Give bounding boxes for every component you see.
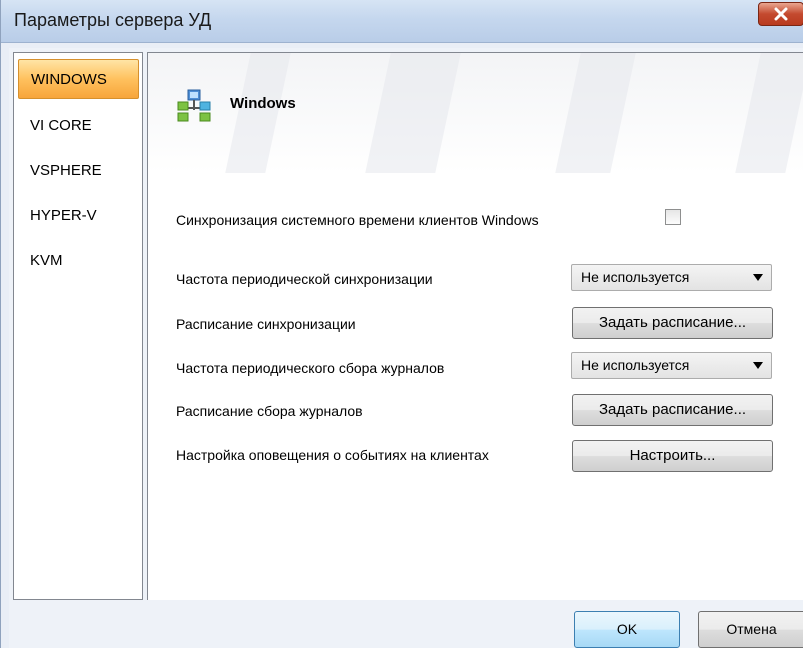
sidebar-item-windows[interactable]: WINDOWS <box>18 59 139 99</box>
ok-button[interactable]: OK <box>574 611 680 648</box>
log-frequency-value: Не используется <box>581 357 690 373</box>
header-decoration <box>735 53 803 173</box>
header-decoration <box>555 53 636 173</box>
header-decoration <box>225 53 291 173</box>
sync-schedule-label: Расписание синхронизации <box>176 316 356 332</box>
sidebar-item-vi-core[interactable]: VI CORE <box>18 106 139 146</box>
dialog-window: Параметры сервера УД WINDOWS VI CORE VSP… <box>0 0 803 648</box>
window-title: Параметры сервера УД <box>14 10 212 30</box>
chevron-down-icon <box>753 362 763 369</box>
header-decoration <box>365 53 461 173</box>
sidebar-item-label: KVM <box>30 252 63 269</box>
log-frequency-label: Частота периодического сбора журналов <box>176 360 445 376</box>
sync-schedule-button[interactable]: Задать расписание... <box>572 307 773 339</box>
network-computers-icon <box>176 88 212 127</box>
sync-frequency-label: Частота периодической синхронизации <box>176 271 433 287</box>
sync-frequency-select[interactable]: Не используется <box>571 264 772 291</box>
close-icon <box>774 7 788 21</box>
sidebar-item-label: VSPHERE <box>30 162 102 179</box>
sidebar-item-label: VI CORE <box>30 117 92 134</box>
notifications-label: Настройка оповещения о событиях на клиен… <box>176 447 489 463</box>
log-frequency-select[interactable]: Не используется <box>571 352 772 379</box>
sync-frequency-value: Не используется <box>581 269 690 285</box>
sync-time-checkbox[interactable] <box>665 209 681 225</box>
title-bar[interactable]: Параметры сервера УД <box>1 0 803 43</box>
dialog-footer <box>9 600 803 648</box>
log-schedule-label: Расписание сбора журналов <box>176 403 363 419</box>
sidebar-item-label: WINDOWS <box>31 71 107 88</box>
sidebar-item-kvm[interactable]: KVM <box>18 241 139 281</box>
cancel-button[interactable]: Отмена <box>698 611 803 648</box>
log-schedule-button[interactable]: Задать расписание... <box>572 394 773 426</box>
sidebar-item-hyper-v[interactable]: HYPER-V <box>18 196 139 236</box>
notifications-configure-button[interactable]: Настроить... <box>572 440 773 472</box>
panel-header: Windows <box>148 53 803 173</box>
chevron-down-icon <box>753 274 763 281</box>
close-button[interactable] <box>758 2 803 26</box>
category-list: WINDOWS VI CORE VSPHERE HYPER-V KVM <box>13 52 143 600</box>
sidebar-item-vsphere[interactable]: VSPHERE <box>18 151 139 191</box>
sync-time-label: Синхронизация системного времени клиенто… <box>176 212 539 228</box>
sidebar-item-label: HYPER-V <box>30 207 97 224</box>
panel-title: Windows <box>230 95 296 112</box>
settings-panel: Windows Синхронизация системного времени… <box>147 52 803 600</box>
